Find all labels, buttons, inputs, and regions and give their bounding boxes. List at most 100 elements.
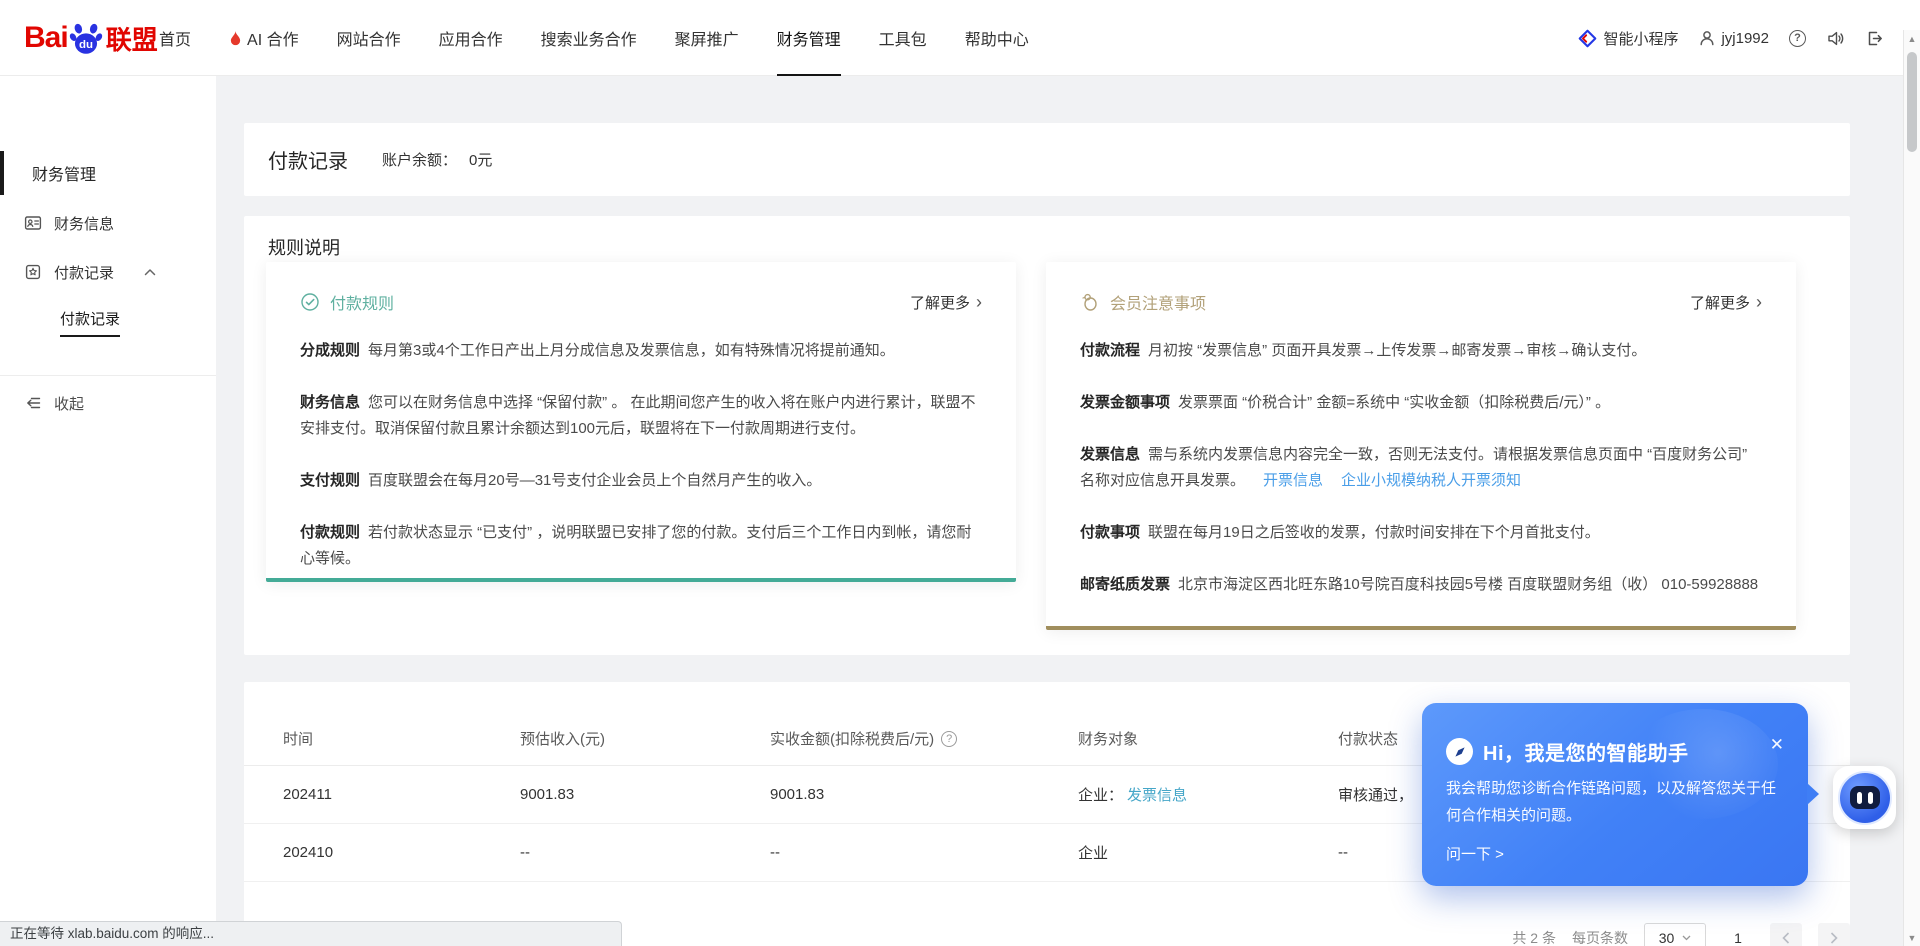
id-card-icon (24, 214, 42, 232)
baidu-union-logo[interactable]: Bai du 联盟 (24, 0, 158, 76)
vertical-scrollbar: ▲ ▼ (1903, 30, 1920, 946)
chevron-up-icon[interactable] (142, 264, 158, 280)
user-account[interactable]: jyj1992 (1698, 29, 1769, 47)
smart-assistant-popup: Hi，我是您的智能助手 ✕ 我会帮助您诊断合作链路问题，以及解答您关于任何合作相… (1422, 703, 1808, 886)
chevron-right-icon: › (976, 293, 982, 311)
nav-item-toolkit[interactable]: 工具包 (879, 0, 927, 76)
next-page-button[interactable] (1818, 923, 1850, 946)
col-finance-entity: 财务对象 (1078, 728, 1338, 749)
nav-item-finance[interactable]: 财务管理 (777, 0, 841, 76)
nav-item-website[interactable]: 网站合作 (337, 0, 401, 76)
page-title: 付款记录 (268, 145, 348, 174)
nav-item-ai[interactable]: AI 合作 (229, 0, 299, 76)
per-page-select[interactable]: 30 (1644, 923, 1706, 946)
cell-time: 202411 (283, 786, 520, 803)
nav-item-app[interactable]: 应用合作 (439, 0, 503, 76)
column-help-icon[interactable]: ? (941, 731, 957, 747)
assistant-robot-avatar[interactable] (1833, 766, 1896, 829)
note-item: 发票金额事项发票票面 “价税合计” 金额=系统中 “实收金额（扣除税费后/元）”… (1080, 390, 1762, 416)
cell-estimated: 9001.83 (520, 786, 770, 803)
invoice-info-link[interactable]: 开票信息 (1263, 472, 1323, 489)
payment-rules-more-link[interactable]: 了解更多 › (910, 292, 982, 313)
logout-icon[interactable] (1865, 29, 1884, 48)
logo-bai-text: Bai (24, 21, 68, 55)
navbar-right-cluster: 智能小程序 jyj1992 ? (1578, 0, 1884, 76)
sidebar-collapse-button[interactable]: 收起 (24, 388, 84, 418)
member-notes-icon (1080, 292, 1100, 312)
nav-item-screen-promo[interactable]: 聚屏推广 (675, 0, 739, 76)
member-notes-card: 会员注意事项 了解更多 › 付款流程月初按 “发票信息” 页面开具发票→上传发票… (1046, 262, 1796, 630)
compass-icon (1446, 738, 1473, 765)
page-header-panel: 付款记录 账户余额： 0元 (244, 123, 1850, 196)
assistant-title: Hi，我是您的智能助手 (1483, 737, 1689, 766)
invoice-info-table-link[interactable]: 发票信息 (1127, 787, 1187, 804)
select-caret-icon (1682, 935, 1691, 941)
col-time: 时间 (283, 728, 520, 749)
active-section-indicator (0, 151, 4, 195)
flame-icon (229, 30, 242, 47)
ask-now-link[interactable]: 问一下 > (1446, 843, 1504, 864)
member-notes-title: 会员注意事项 (1110, 290, 1206, 314)
user-icon (1698, 29, 1716, 47)
scroll-up-arrow[interactable]: ▲ (1904, 34, 1920, 44)
rule-item: 支付规则百度联盟会在每月20号—31号支付企业会员上个自然月产生的收入。 (300, 468, 982, 494)
close-icon[interactable]: ✕ (1770, 735, 1784, 755)
sidebar-item-payment-records[interactable]: 付款记录 (24, 257, 114, 287)
logo-union-text: 联盟 (106, 20, 158, 57)
main-navigation: 首页 AI 合作 网站合作 应用合作 搜索业务合作 聚屏推广 财务管理 工具包 … (159, 0, 1029, 76)
cell-estimated: -- (520, 844, 770, 861)
scroll-down-arrow[interactable]: ▼ (1904, 933, 1920, 943)
cell-actual: 9001.83 (770, 786, 1078, 803)
balance-label: 账户余额： (382, 149, 457, 170)
scrollbar-thumb[interactable] (1907, 52, 1917, 152)
sidebar-item-finance-info[interactable]: 财务信息 (24, 208, 114, 238)
baidu-paw-icon: du (69, 21, 103, 55)
cell-entity: 企业 (1078, 842, 1338, 863)
receipt-badge-icon (24, 263, 42, 281)
baidu-union-finance-page: Bai du 联盟 首页 AI 合作 网站合作 (0, 0, 1920, 946)
prev-page-button[interactable] (1770, 923, 1802, 946)
robot-face-icon (1850, 786, 1880, 809)
left-sidebar: 财务管理 财务信息 付款记录 (0, 76, 216, 946)
nav-item-search-business[interactable]: 搜索业务合作 (541, 0, 637, 76)
collapse-fold-icon (24, 394, 42, 412)
nav-item-help-center[interactable]: 帮助中心 (965, 0, 1029, 76)
total-count: 共 2 条 (1512, 928, 1556, 946)
note-item: 付款事项联盟在每月19日之后签收的发票，付款时间安排在下个月首批支付。 (1080, 520, 1762, 546)
sidebar-section-finance[interactable]: 财务管理 (32, 158, 96, 188)
note-item: 邮寄纸质发票北京市海淀区西北旺东路10号院百度科技园5号楼 百度联盟财务组（收）… (1080, 572, 1762, 598)
payment-rules-card: 付款规则 了解更多 › 分成规则每月第3或4个工作日产出上月分成信息及发票信息，… (266, 262, 1016, 582)
rule-item: 财务信息您可以在财务信息中选择 “保留付款” 。 在此期间您产生的收入将在账户内… (300, 390, 982, 442)
note-item: 发票信息需与系统内发票信息内容完全一致，否则无法支付。请根据发票信息页面中 “百… (1080, 442, 1762, 494)
help-icon[interactable]: ? (1789, 30, 1806, 47)
col-estimated-income: 预估收入(元) (520, 728, 770, 749)
cell-time: 202410 (283, 844, 520, 861)
cell-entity: 企业：发票信息 (1078, 784, 1338, 805)
col-actual-amount: 实收金额(扣除税费后/元) ? (770, 728, 1078, 749)
popup-pointer (1807, 783, 1819, 805)
small-taxpayer-guide-link[interactable]: 企业小规模纳税人开票须知 (1341, 472, 1521, 489)
rule-item: 分成规则每月第3或4个工作日产出上月分成信息及发票信息，如有特殊情况将提前通知。 (300, 338, 982, 364)
rule-item: 付款规则若付款状态显示 “已支付” ，说明联盟已安排了您的付款。支付后三个工作日… (300, 520, 982, 572)
page-number-1[interactable]: 1 (1722, 923, 1754, 946)
smart-miniprogram-entry[interactable]: 智能小程序 (1578, 28, 1678, 49)
member-notes-more-link[interactable]: 了解更多 › (1690, 292, 1762, 313)
sidebar-subitem-payment-records[interactable]: 付款记录 (60, 307, 120, 337)
per-page-label: 每页条数 (1572, 928, 1628, 946)
nav-item-home[interactable]: 首页 (159, 0, 191, 76)
pagination: 共 2 条 每页条数 30 1 (1512, 923, 1850, 946)
rules-heading: 规则说明 (268, 234, 340, 260)
svg-text:du: du (79, 39, 93, 51)
note-item: 付款流程月初按 “发票信息” 页面开具发票→上传发票→邮寄发票→审核→确认支付。 (1080, 338, 1762, 364)
chevron-right-icon: › (1756, 293, 1762, 311)
sound-icon[interactable] (1826, 29, 1845, 48)
balance-value: 0元 (469, 149, 492, 170)
top-navbar: Bai du 联盟 首页 AI 合作 网站合作 (0, 0, 1920, 76)
rules-panel: 规则说明 付款规则 了解更多 › 分成规则每月第3或4个工作日产出上月分成信息及… (244, 216, 1850, 655)
payment-rules-icon (300, 292, 320, 312)
payment-rules-title: 付款规则 (330, 290, 394, 314)
miniprogram-icon (1578, 29, 1597, 48)
browser-status-bar: 正在等待 xlab.baidu.com 的响应... (0, 921, 622, 946)
sidebar-divider (0, 375, 216, 376)
cell-actual: -- (770, 844, 1078, 861)
